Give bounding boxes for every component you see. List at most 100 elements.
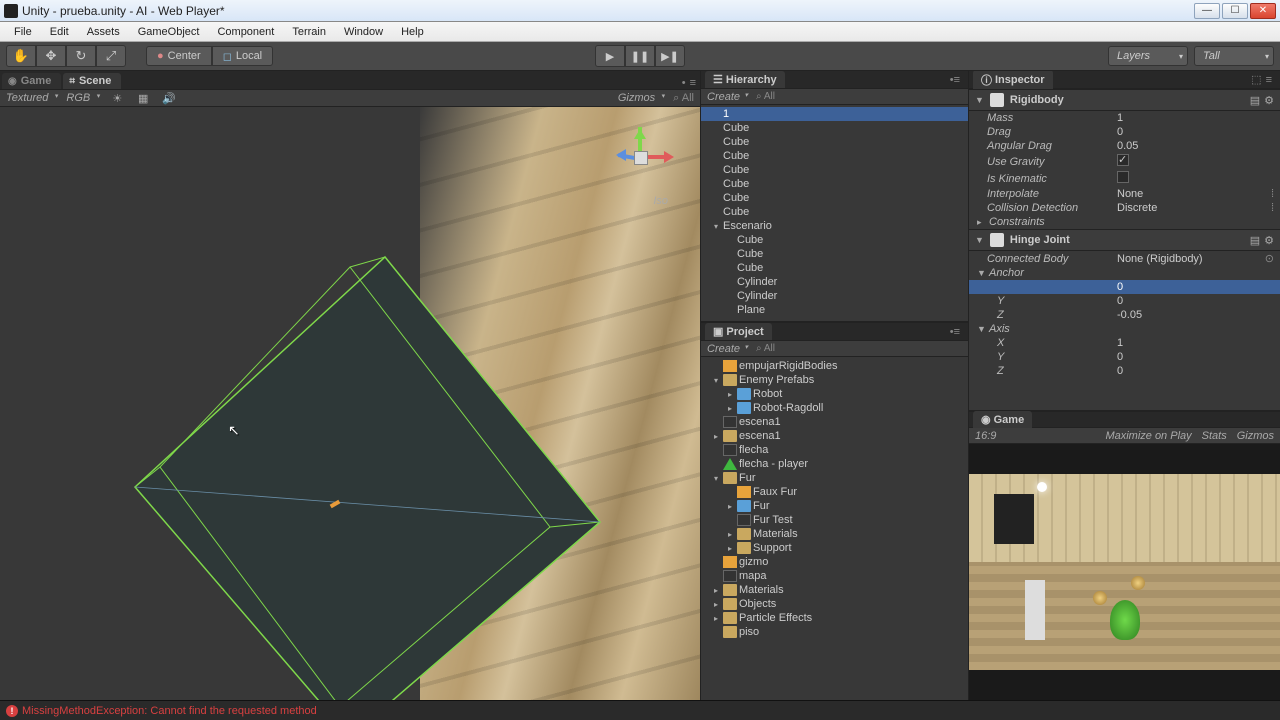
play-button[interactable]: ▶ <box>595 45 625 67</box>
project-item[interactable]: flecha <box>701 443 968 457</box>
prop-anchor-x[interactable]: 0 <box>969 280 1280 294</box>
hierarchy-item[interactable]: Cube <box>701 233 968 247</box>
project-tree[interactable]: empujarRigidBodies▾Enemy Prefabs▸Robot▸R… <box>701 357 968 700</box>
menu-edit[interactable]: Edit <box>42 24 77 40</box>
panel-menu-icon[interactable]: •≡ <box>950 74 960 86</box>
scene-search[interactable]: ⌕ All <box>673 92 694 105</box>
maximize-button[interactable]: ☐ <box>1222 3 1248 19</box>
project-tab[interactable]: ▣Project <box>705 323 772 340</box>
prop-constraints[interactable]: ▸Constraints <box>969 215 1280 229</box>
hierarchy-item[interactable]: Cylinder <box>701 289 968 303</box>
layers-dropdown[interactable]: Layers <box>1108 46 1188 66</box>
tab-scene[interactable]: ⌗Scene <box>63 73 121 89</box>
gravity-checkbox[interactable] <box>1117 154 1129 166</box>
project-item[interactable]: ▸Support <box>701 541 968 555</box>
pivot-local-button[interactable]: ◻Local <box>212 46 273 66</box>
project-item[interactable]: ▸Materials <box>701 583 968 597</box>
panel-menu-icon[interactable]: •≡ <box>950 326 960 338</box>
prop-mass[interactable]: Mass1 <box>969 111 1280 125</box>
aspect-dropdown[interactable]: 16:9 <box>975 430 996 442</box>
hierarchy-item[interactable]: Cube <box>701 163 968 177</box>
close-button[interactable]: ✕ <box>1250 3 1276 19</box>
game-gizmos-dropdown[interactable]: Gizmos <box>1237 430 1274 442</box>
prop-axis-z[interactable]: Z0 <box>969 364 1280 378</box>
component-help-icon[interactable]: ▤ <box>1250 94 1260 107</box>
tab-game[interactable]: ◉Game <box>2 73 61 89</box>
hierarchy-item[interactable]: Cube <box>701 205 968 219</box>
project-item[interactable]: ▾Enemy Prefabs <box>701 373 968 387</box>
project-item[interactable]: ▸Robot <box>701 387 968 401</box>
project-item[interactable]: ▾Fur <box>701 471 968 485</box>
hierarchy-item[interactable]: ▾Escenario <box>701 219 968 233</box>
kinematic-checkbox[interactable] <box>1117 171 1129 183</box>
prop-anchor[interactable]: ▼Anchor <box>969 266 1280 280</box>
prop-axis-x[interactable]: X1 <box>969 336 1280 350</box>
inspector-tab[interactable]: ⓘInspector <box>973 71 1053 90</box>
rotate-tool-button[interactable]: ↻ <box>66 45 96 67</box>
menu-help[interactable]: Help <box>393 24 432 40</box>
component-gear-icon[interactable]: ⚙ <box>1264 94 1274 107</box>
gizmos-dropdown[interactable]: Gizmos <box>618 92 665 104</box>
project-item[interactable]: ▸Materials <box>701 527 968 541</box>
project-item[interactable]: gizmo <box>701 555 968 569</box>
prop-axis[interactable]: ▼Axis <box>969 322 1280 336</box>
scene-viewport[interactable]: Iso ↖ <box>0 107 700 700</box>
hierarchy-item[interactable]: Cube <box>701 247 968 261</box>
color-mode-dropdown[interactable]: RGB <box>66 92 100 104</box>
game-viewport[interactable] <box>969 444 1280 700</box>
maximize-on-play[interactable]: Maximize on Play <box>1105 430 1191 442</box>
prop-collision-detection[interactable]: Collision DetectionDiscrete⁞ <box>969 201 1280 215</box>
stats-button[interactable]: Stats <box>1202 430 1227 442</box>
rigidbody-header[interactable]: ▼ Rigidbody ▤⚙ <box>969 89 1280 111</box>
project-item[interactable]: Fur Test <box>701 513 968 527</box>
project-item[interactable]: ▸Particle Effects <box>701 611 968 625</box>
hand-tool-button[interactable]: ✋ <box>6 45 36 67</box>
project-item[interactable]: ▸Robot-Ragdoll <box>701 401 968 415</box>
project-search[interactable]: ⌕ All <box>756 343 775 354</box>
prop-use-gravity[interactable]: Use Gravity <box>969 153 1280 170</box>
prop-connected-body[interactable]: Connected BodyNone (Rigidbody)⊙ <box>969 251 1280 266</box>
project-item[interactable]: ▸Fur <box>701 499 968 513</box>
fx-toggle[interactable]: ▦ <box>134 91 152 105</box>
panel-lock-icon[interactable]: • <box>682 77 686 89</box>
project-item[interactable]: empujarRigidBodies <box>701 359 968 373</box>
fold-icon[interactable]: ▼ <box>975 95 984 105</box>
lighting-toggle[interactable]: ☀ <box>108 91 126 105</box>
hierarchy-item[interactable]: Cube <box>701 177 968 191</box>
game-preview-tab[interactable]: ◉Game <box>973 411 1032 428</box>
hierarchy-item[interactable]: Cylinder <box>701 275 968 289</box>
hierarchy-tab[interactable]: ☰Hierarchy <box>705 71 785 88</box>
status-bar[interactable]: ! MissingMethodException: Cannot find th… <box>0 700 1280 720</box>
project-item[interactable]: Faux Fur <box>701 485 968 499</box>
project-item[interactable]: mapa <box>701 569 968 583</box>
hierarchy-item[interactable]: Cube <box>701 135 968 149</box>
hierarchy-search[interactable]: ⌕ All <box>756 91 775 102</box>
project-item[interactable]: escena1 <box>701 415 968 429</box>
step-button[interactable]: ▶❚ <box>655 45 685 67</box>
hinge-joint-header[interactable]: ▼ Hinge Joint ▤⚙ <box>969 229 1280 251</box>
audio-toggle[interactable]: 🔊 <box>160 91 178 105</box>
scale-tool-button[interactable]: ⤢ <box>96 45 126 67</box>
hierarchy-item[interactable]: Cube <box>701 261 968 275</box>
hierarchy-create-dropdown[interactable]: Create <box>707 91 748 103</box>
panel-menu-icon[interactable]: ≡ <box>690 77 696 89</box>
prop-drag[interactable]: Drag0 <box>969 125 1280 139</box>
hierarchy-item[interactable]: Plane <box>701 303 968 317</box>
project-create-dropdown[interactable]: Create <box>707 343 748 355</box>
menu-file[interactable]: File <box>6 24 40 40</box>
hierarchy-item[interactable]: 1 <box>701 107 968 121</box>
menu-gameobject[interactable]: GameObject <box>130 24 208 40</box>
panel-lock-icon[interactable]: ⬚ <box>1251 73 1261 86</box>
pivot-center-button[interactable]: ●Center <box>146 46 212 66</box>
project-item[interactable]: ▸escena1 <box>701 429 968 443</box>
menu-assets[interactable]: Assets <box>79 24 128 40</box>
project-item[interactable]: ▸Objects <box>701 597 968 611</box>
prop-anchor-z[interactable]: Z-0.05 <box>969 308 1280 322</box>
hierarchy-item[interactable]: Cube <box>701 121 968 135</box>
hierarchy-item[interactable]: Cube <box>701 191 968 205</box>
orientation-gizmo[interactable] <box>610 127 670 187</box>
prop-interpolate[interactable]: InterpolateNone⁞ <box>969 187 1280 201</box>
pause-button[interactable]: ❚❚ <box>625 45 655 67</box>
project-item[interactable]: flecha - player <box>701 457 968 471</box>
panel-menu-icon[interactable]: ≡ <box>1266 74 1272 86</box>
